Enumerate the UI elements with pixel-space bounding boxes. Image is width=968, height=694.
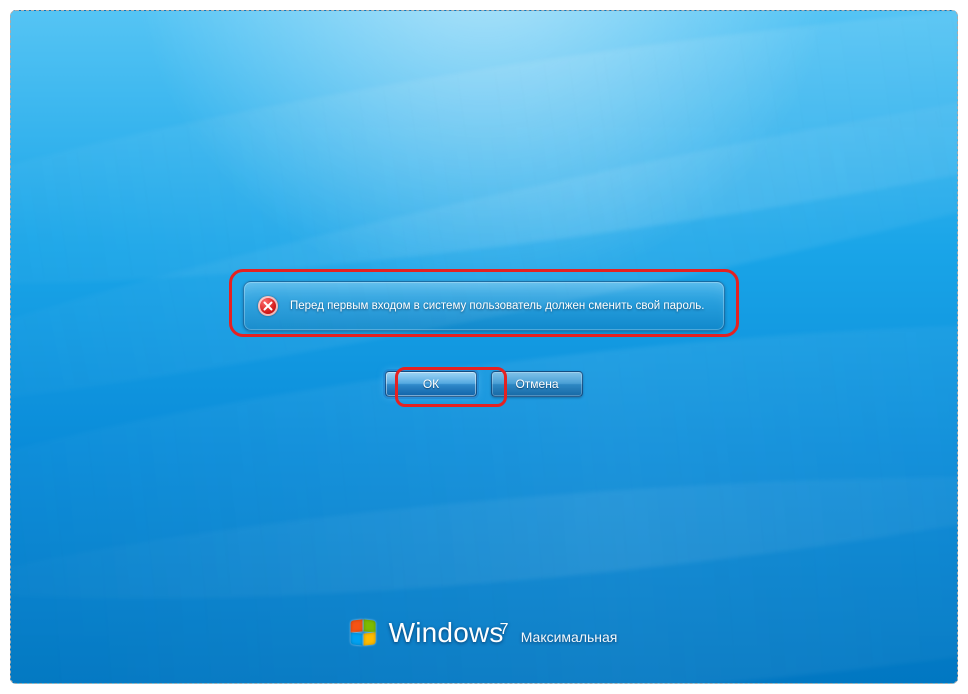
message-text: Перед первым входом в систему пользовате…: [290, 299, 706, 313]
login-screen: Перед первым входом в систему пользовате…: [10, 10, 958, 684]
brand-word-text: Windows: [389, 617, 504, 648]
button-row: ОК Отмена: [385, 371, 583, 397]
branding: Windows7 Максимальная: [351, 617, 618, 649]
brand-edition: Максимальная: [521, 629, 618, 645]
windows-flag-icon: [351, 620, 377, 646]
message-panel: Перед первым входом в систему пользовате…: [243, 281, 725, 331]
ok-button[interactable]: ОК: [385, 371, 477, 397]
brand-version: 7: [500, 621, 509, 638]
brand-word: Windows7: [389, 617, 513, 649]
cancel-button[interactable]: Отмена: [491, 371, 583, 397]
error-icon: [258, 296, 278, 316]
